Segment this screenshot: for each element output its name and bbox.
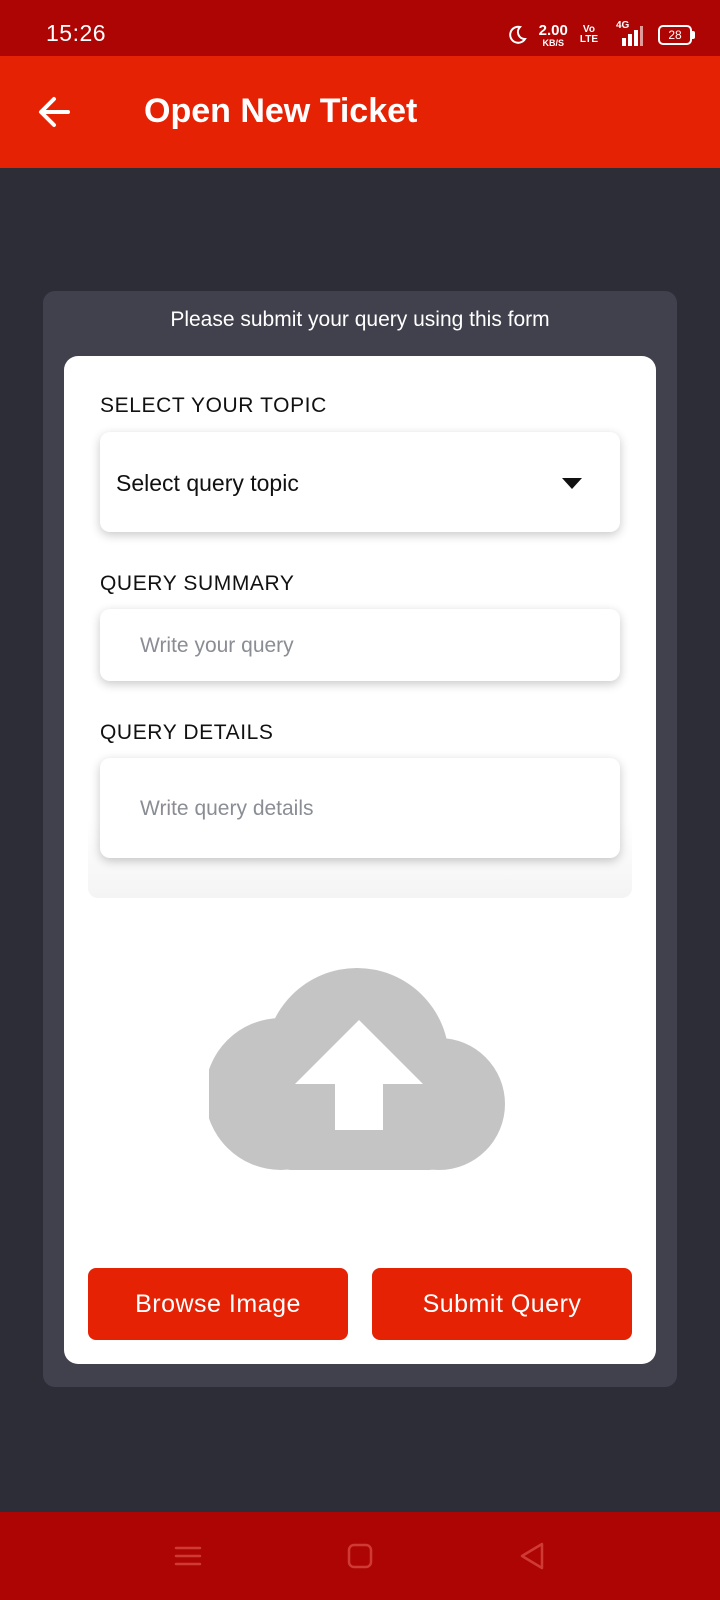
- net-speed-unit: KB/S: [542, 37, 564, 48]
- browse-image-button[interactable]: Browse Image: [88, 1268, 348, 1340]
- volte-indicator: Vo LTE: [580, 25, 598, 45]
- topic-selected-value: Select query topic: [116, 470, 299, 496]
- details-label: QUERY DETAILS: [100, 721, 274, 744]
- battery-level: 28: [668, 28, 682, 42]
- menu-icon: [174, 1546, 202, 1566]
- back-button[interactable]: [34, 92, 78, 132]
- moon-icon: [508, 25, 527, 44]
- system-nav-bar: [0, 1512, 720, 1600]
- battery-icon: 28: [658, 25, 695, 45]
- topic-select[interactable]: Select query topic: [100, 432, 620, 532]
- home-square-icon: [347, 1543, 373, 1569]
- summary-field: [100, 609, 620, 683]
- details-field: [100, 758, 620, 860]
- status-icons: 2.00 KB/S Vo LTE 4G 28: [507, 20, 695, 50]
- page-title: Open New Ticket: [144, 92, 418, 130]
- submit-query-button[interactable]: Submit Query: [372, 1268, 632, 1340]
- cloud-upload-icon[interactable]: [209, 968, 511, 1170]
- net-speed: 2.00 KB/S: [539, 23, 568, 48]
- caret-down-icon: [562, 478, 582, 489]
- topic-label: SELECT YOUR TOPIC: [100, 394, 327, 417]
- details-input[interactable]: [138, 758, 602, 860]
- status-bar: 15:26 2.00 KB/S Vo LTE 4G 28: [0, 0, 720, 56]
- net-speed-value: 2.00: [538, 21, 568, 39]
- signal-icon: 4G: [610, 20, 646, 48]
- back-triangle-icon: [520, 1542, 544, 1570]
- arrow-left-icon: [39, 97, 70, 127]
- nav-menu-button[interactable]: [148, 1512, 228, 1600]
- summary-label: QUERY SUMMARY: [100, 572, 295, 595]
- volte-bottom: LTE: [579, 34, 598, 45]
- form-caption: Please submit your query using this form: [170, 308, 550, 331]
- nav-home-button[interactable]: [320, 1512, 400, 1600]
- nav-back-button[interactable]: [492, 1512, 572, 1600]
- status-time: 15:26: [46, 20, 107, 46]
- app-bar: Open New Ticket: [0, 56, 720, 168]
- summary-input[interactable]: [138, 609, 602, 683]
